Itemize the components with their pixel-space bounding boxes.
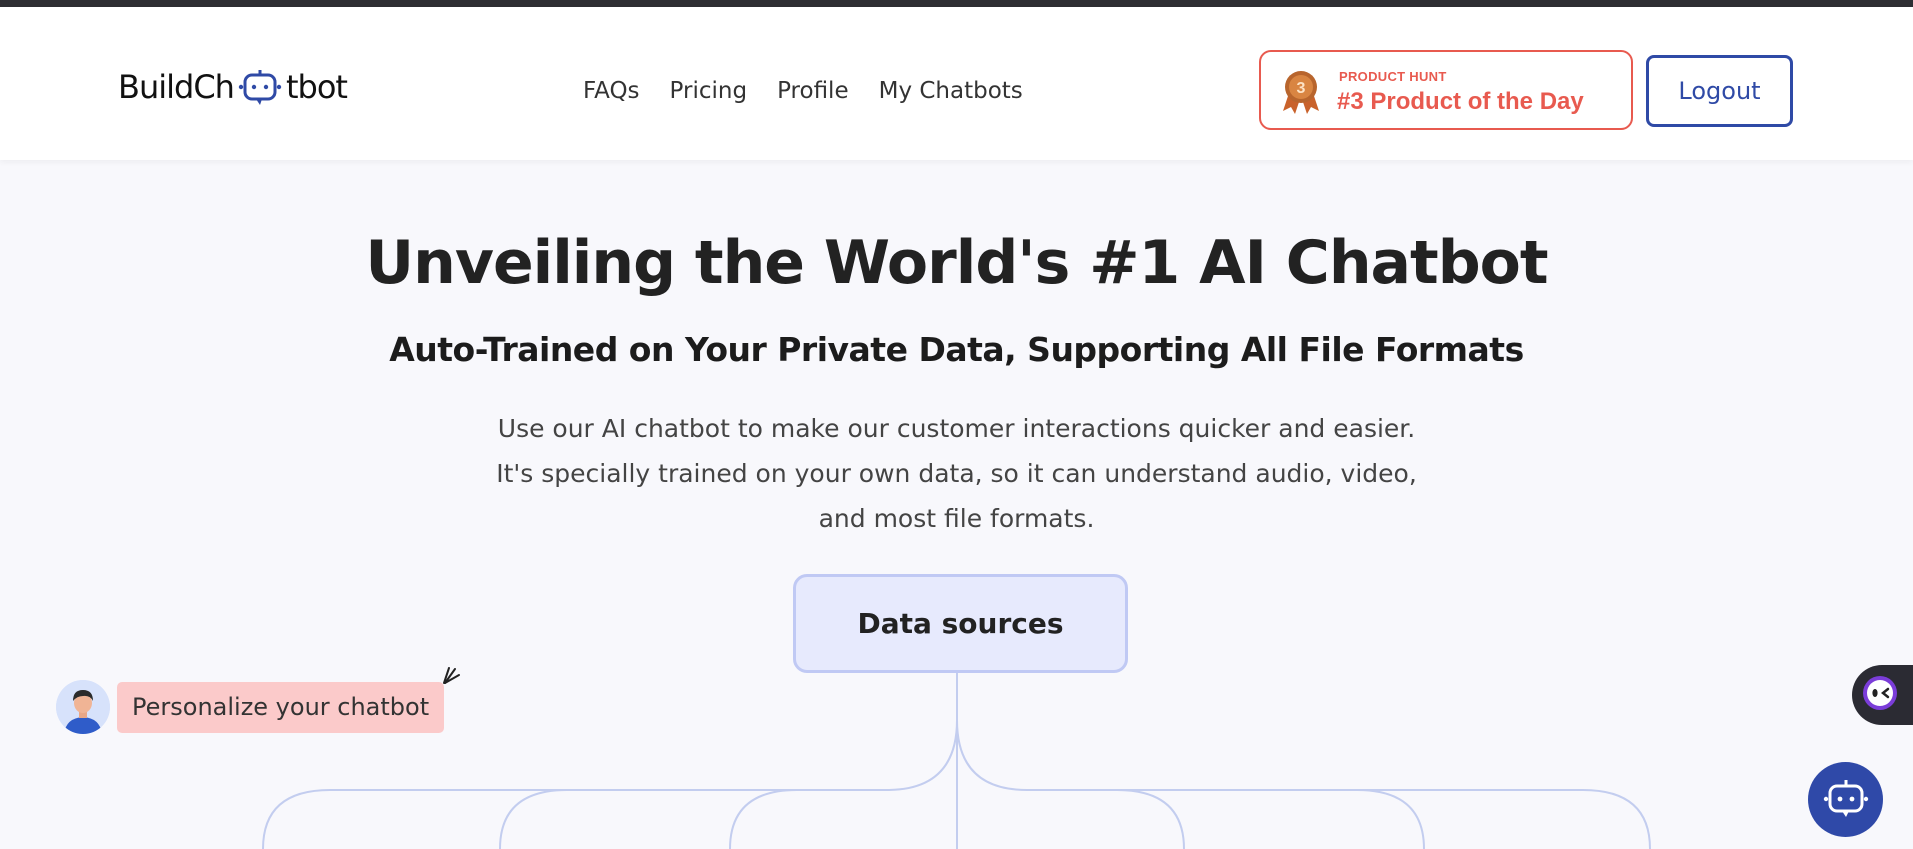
chat-launcher-button[interactable] [1808,762,1883,837]
nav-link-faqs[interactable]: FAQs [583,78,640,104]
hero-description-line: Use our AI chatbot to make our customer … [497,414,1416,443]
hero-title: Unveiling the World's #1 AI Chatbot [365,228,1548,298]
site-logo[interactable]: BuildCh tbot [118,62,348,112]
main-nav: FAQs Pricing Profile My Chatbots [583,75,1053,107]
bot-face-icon [1861,674,1899,716]
browser-top-strip [0,0,1913,7]
sparkle-icon [441,664,463,690]
personalize-callout[interactable]: Personalize your chatbot [56,680,445,734]
nav-link-pricing[interactable]: Pricing [670,78,748,104]
side-widget-bot-face[interactable] [1852,665,1913,725]
chat-bot-icon [238,67,282,107]
site-header: BuildCh tbot FAQs Pricing Profile My Cha… [0,7,1913,160]
hero-description-line: and most file formats. [818,504,1095,533]
hero-description: Use our AI chatbot to make our customer … [0,406,1913,541]
hero-subtitle: Auto-Trained on Your Private Data, Suppo… [389,330,1524,369]
nav-link-my-chatbots[interactable]: My Chatbots [879,78,1023,104]
medal-rank: 3 [1297,80,1306,97]
logout-button[interactable]: Logout [1646,55,1793,127]
nav-link-profile[interactable]: Profile [777,78,849,104]
personalize-label: Personalize your chatbot [117,681,445,733]
hero-description-line: It's specially trained on your own data,… [496,459,1417,488]
medal-icon: 3 [1281,69,1321,119]
logo-text-end: tbot [285,68,348,106]
product-hunt-label: PRODUCT HUNT [1339,69,1447,84]
product-hunt-badge[interactable]: 3 PRODUCT HUNT #3 Product of the Day [1259,50,1633,130]
data-sources-node[interactable]: Data sources [793,574,1128,673]
product-hunt-rank: #3 Product of the Day [1337,88,1584,115]
logo-text-start: BuildCh [118,68,235,106]
chat-bot-icon [1823,778,1869,822]
user-avatar-icon [56,680,110,734]
